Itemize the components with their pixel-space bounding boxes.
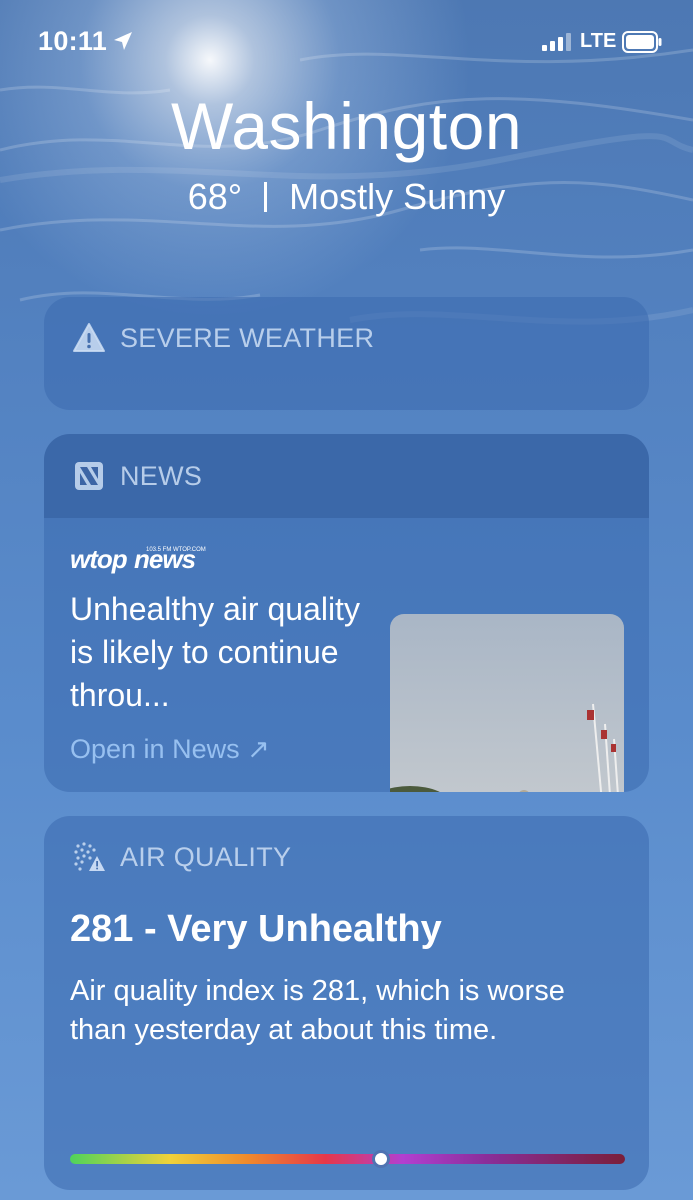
svg-text:wtop: wtop <box>70 544 128 574</box>
air-quality-header: AIR QUALITY <box>44 816 649 898</box>
news-header: NEWS <box>44 434 649 518</box>
news-thumbnail-image[interactable] <box>390 614 624 792</box>
news-title: NEWS <box>120 460 203 491</box>
divider <box>264 182 268 212</box>
status-time: 10:11 <box>38 26 108 56</box>
open-in-news-link[interactable]: Open in News ↗ <box>70 734 270 765</box>
severe-weather-title: SEVERE WEATHER <box>120 322 375 353</box>
air-quality-title: AIR QUALITY <box>120 841 292 872</box>
air-quality-icon <box>74 842 105 871</box>
svg-text:103.5 FM WTOP.COM: 103.5 FM WTOP.COM <box>146 547 206 553</box>
aqi-description: Air quality index is 281, which is worse… <box>70 975 565 1046</box>
current-conditions: 68° Mostly Sunny <box>0 176 693 218</box>
city-name: Washington <box>170 89 523 163</box>
temperature: 68° <box>187 176 243 217</box>
network-type: LTE <box>580 30 617 52</box>
severe-weather-card[interactable]: SEVERE WEATHER <box>44 297 649 410</box>
status-bar: 10:11 LTE <box>0 0 693 90</box>
severe-weather-header: SEVERE WEATHER <box>44 297 649 379</box>
news-item[interactable]: wtop news 103.5 FM WTOP.COM Unhealthy ai… <box>44 518 649 792</box>
condition-text: Mostly Sunny <box>289 176 506 217</box>
warning-triangle-icon <box>73 323 105 352</box>
wtop-news-logo: wtop news 103.5 FM WTOP.COM <box>70 544 206 574</box>
aqi-scale-bar <box>70 1154 625 1164</box>
battery-icon <box>622 31 662 53</box>
apple-news-icon <box>75 462 103 490</box>
location-arrow-icon <box>114 32 132 50</box>
news-card[interactable]: NEWS wtop news 103.5 FM WTOP.COM Unhealt… <box>44 434 649 792</box>
aqi-summary: 281 - Very Unhealthy <box>70 908 442 950</box>
air-quality-card[interactable]: AIR QUALITY 281 - Very Unhealthy Air qua… <box>44 816 649 1190</box>
signal-icon <box>542 33 571 51</box>
aqi-indicator-dot <box>371 1150 390 1168</box>
news-headline[interactable]: Unhealthy air quality is likely to conti… <box>70 588 370 717</box>
